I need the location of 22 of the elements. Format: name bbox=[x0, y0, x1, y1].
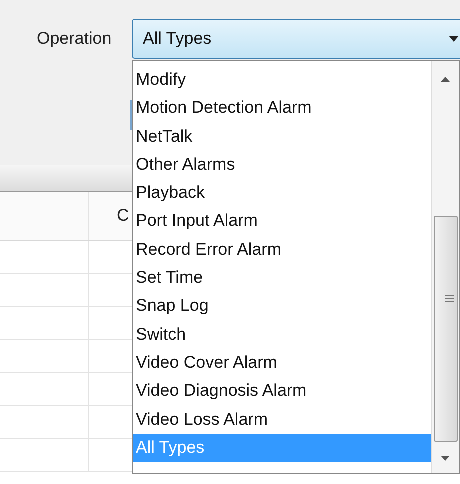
dropdown-option[interactable]: Video Loss Alarm bbox=[133, 406, 431, 434]
dropdown-option[interactable]: Snap Log bbox=[133, 292, 431, 321]
grip-icon bbox=[444, 295, 454, 303]
scroll-up-icon[interactable] bbox=[441, 77, 450, 82]
caret-icon bbox=[449, 36, 459, 42]
dropdown-option[interactable]: Set Time bbox=[133, 264, 431, 292]
dropdown-option[interactable]: NetTalk bbox=[133, 122, 431, 151]
scroll-thumb[interactable] bbox=[434, 216, 458, 442]
dropdown-option[interactable]: Switch bbox=[133, 320, 431, 349]
dropdown-option[interactable]: Port Input Alarm bbox=[133, 207, 431, 236]
scroll-down-icon[interactable] bbox=[441, 456, 450, 461]
operation-label: Operation bbox=[37, 29, 113, 49]
dropdown-option[interactable]: Modify bbox=[133, 66, 431, 94]
dropdown-option[interactable]: Motion Detection Alarm bbox=[133, 94, 431, 123]
column-header[interactable]: C bbox=[117, 206, 130, 226]
dropdown-option[interactable]: Video Cover Alarm bbox=[133, 348, 431, 378]
dropdown-option[interactable]: Record Error Alarm bbox=[133, 236, 431, 264]
dropdown-option[interactable]: Playback bbox=[133, 179, 431, 208]
operation-dropdown[interactable]: All Types bbox=[132, 19, 460, 59]
dropdown-option[interactable]: Video Diagnosis Alarm bbox=[133, 377, 431, 406]
dropdown-option[interactable]: Other Alarms bbox=[133, 150, 431, 180]
scrollbar[interactable] bbox=[431, 61, 459, 473]
